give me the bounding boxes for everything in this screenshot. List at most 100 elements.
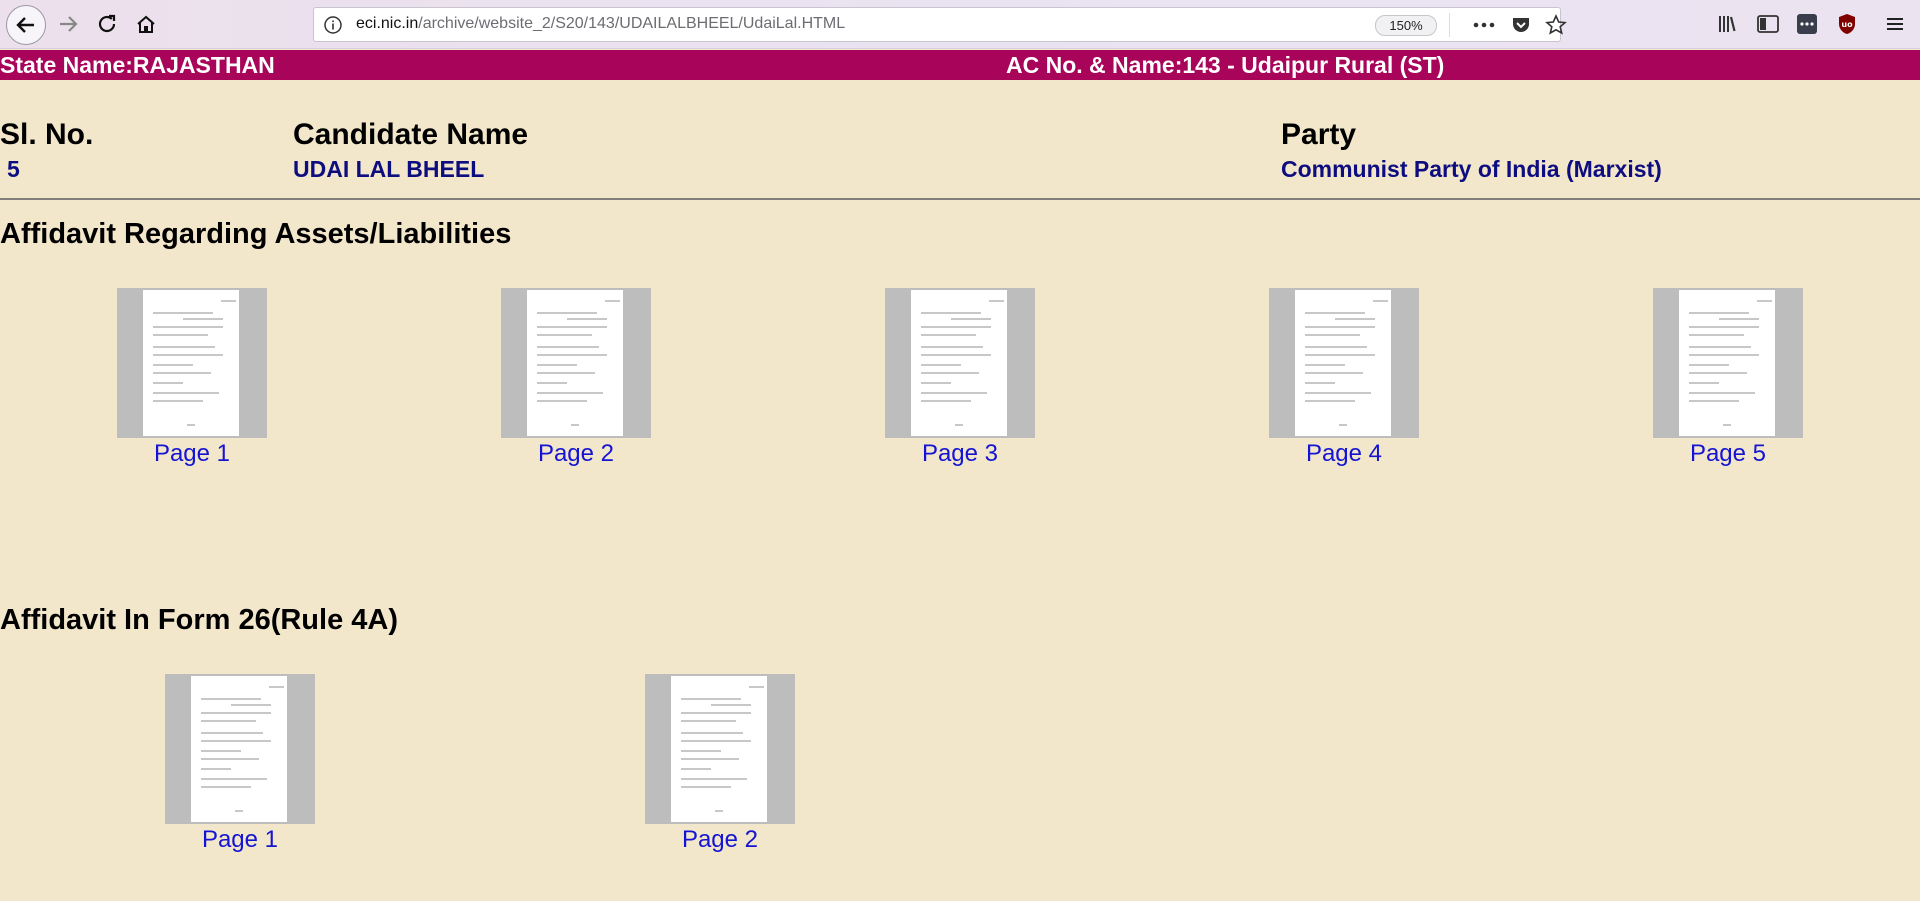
document-page-image <box>1679 290 1775 436</box>
document-text-line <box>201 768 231 770</box>
document-text-line <box>681 698 741 700</box>
state-name: State Name:RAJASTHAN <box>0 52 275 78</box>
document-text-line <box>231 704 271 706</box>
zoom-level-badge[interactable]: 150% <box>1375 15 1437 36</box>
extension-icon[interactable] <box>1792 10 1822 38</box>
page-thumbnail[interactable] <box>165 674 315 824</box>
document-text-line <box>1335 318 1375 320</box>
document-text-line <box>921 354 991 356</box>
reload-button[interactable] <box>89 6 125 42</box>
document-text-line <box>269 686 284 688</box>
document-text-line <box>153 372 211 374</box>
document-text-line <box>1757 300 1772 302</box>
document-text-line <box>201 720 256 722</box>
page-actions-icon[interactable] <box>1471 12 1497 38</box>
document-text-line <box>567 318 607 320</box>
sl-no-heading: Sl. No. <box>0 118 94 151</box>
document-text-line <box>201 740 271 742</box>
svg-text:uo: uo <box>1841 20 1853 29</box>
document-text-line <box>1689 346 1751 348</box>
page-thumbnail[interactable] <box>885 288 1035 438</box>
page-thumbnail[interactable] <box>1269 288 1419 438</box>
forward-arrow-icon <box>60 16 78 32</box>
document-text-line <box>681 740 751 742</box>
forward-button[interactable] <box>50 6 86 42</box>
bookmark-star-icon[interactable] <box>1543 12 1569 38</box>
document-text-line <box>921 326 991 328</box>
document-text-line <box>921 392 987 394</box>
document-page-image <box>671 676 767 822</box>
document-text-line <box>153 400 203 402</box>
document-text-line <box>681 778 747 780</box>
document-text-line <box>1373 300 1388 302</box>
candidate-name-heading: Candidate Name <box>293 118 529 151</box>
url-text[interactable]: eci.nic.in/archive/website_2/S20/143/UDA… <box>356 15 845 33</box>
home-button[interactable] <box>128 6 164 42</box>
document-text-line <box>1689 364 1729 366</box>
page-thumbnail[interactable] <box>501 288 651 438</box>
page-link[interactable]: Page 3 <box>885 440 1035 468</box>
library-icon[interactable] <box>1713 10 1743 38</box>
sidebar-toggle-icon[interactable] <box>1753 10 1783 38</box>
sl-no-value: 5 <box>7 156 20 182</box>
document-text-line <box>187 424 195 426</box>
document-page-image <box>143 290 239 436</box>
ac-name: AC No. & Name:143 - Udaipur Rural (ST) <box>1006 52 1445 78</box>
page-link[interactable]: Page 4 <box>1269 440 1419 468</box>
document-text-line <box>921 400 971 402</box>
page-thumbnail[interactable] <box>1653 288 1803 438</box>
url-path: /archive/website_2/S20/143/UDAILALBHEEL/… <box>418 15 846 32</box>
document-text-line <box>681 758 739 760</box>
document-text-line <box>201 698 261 700</box>
document-text-line <box>681 732 743 734</box>
candidate-name-value: UDAI LAL BHEEL <box>293 156 485 182</box>
site-info-icon[interactable] <box>322 14 344 36</box>
document-text-line <box>153 354 223 356</box>
document-text-line <box>1305 392 1371 394</box>
document-text-line <box>153 382 183 384</box>
page-link[interactable]: Page 2 <box>645 826 795 854</box>
document-text-line <box>989 300 1004 302</box>
url-bar[interactable]: eci.nic.in/archive/website_2/S20/143/UDA… <box>313 7 1567 42</box>
document-text-line <box>537 392 603 394</box>
page-thumbnail[interactable] <box>645 674 795 824</box>
page-thumbnail[interactable] <box>117 288 267 438</box>
document-text-line <box>153 312 213 314</box>
document-text-line <box>235 810 243 812</box>
page-link[interactable]: Page 1 <box>165 826 315 854</box>
reload-icon <box>98 14 116 33</box>
document-text-line <box>201 758 259 760</box>
document-text-line <box>1305 400 1355 402</box>
document-text-line <box>537 334 592 336</box>
document-text-line <box>1689 354 1759 356</box>
pocket-icon[interactable] <box>1508 12 1534 38</box>
document-text-line <box>201 786 251 788</box>
url-host: eci.nic.in <box>356 15 419 32</box>
page-link[interactable]: Page 2 <box>501 440 651 468</box>
document-text-line <box>681 786 731 788</box>
document-text-line <box>537 400 587 402</box>
document-text-line <box>715 810 723 812</box>
document-text-line <box>153 392 219 394</box>
document-text-line <box>1305 312 1365 314</box>
document-text-line <box>921 312 981 314</box>
document-text-line <box>1689 382 1719 384</box>
document-text-line <box>1723 424 1731 426</box>
document-text-line <box>201 750 241 752</box>
document-text-line <box>1305 372 1363 374</box>
hamburger-menu-icon[interactable] <box>1880 10 1910 38</box>
document-text-line <box>681 720 736 722</box>
page-link[interactable]: Page 1 <box>117 440 267 468</box>
page-link[interactable]: Page 5 <box>1653 440 1803 468</box>
ublock-shield-icon[interactable]: uo <box>1832 10 1862 38</box>
document-text-line <box>537 312 597 314</box>
document-text-line <box>951 318 991 320</box>
party-value: Communist Party of India (Marxist) <box>1281 156 1662 182</box>
document-text-line <box>1305 334 1360 336</box>
document-text-line <box>1305 326 1375 328</box>
state-header-bar: State Name:RAJASTHAN AC No. & Name:143 -… <box>0 50 1920 80</box>
back-button[interactable] <box>6 5 46 45</box>
document-text-line <box>1719 318 1759 320</box>
document-text-line <box>1689 400 1739 402</box>
document-text-line <box>711 704 751 706</box>
